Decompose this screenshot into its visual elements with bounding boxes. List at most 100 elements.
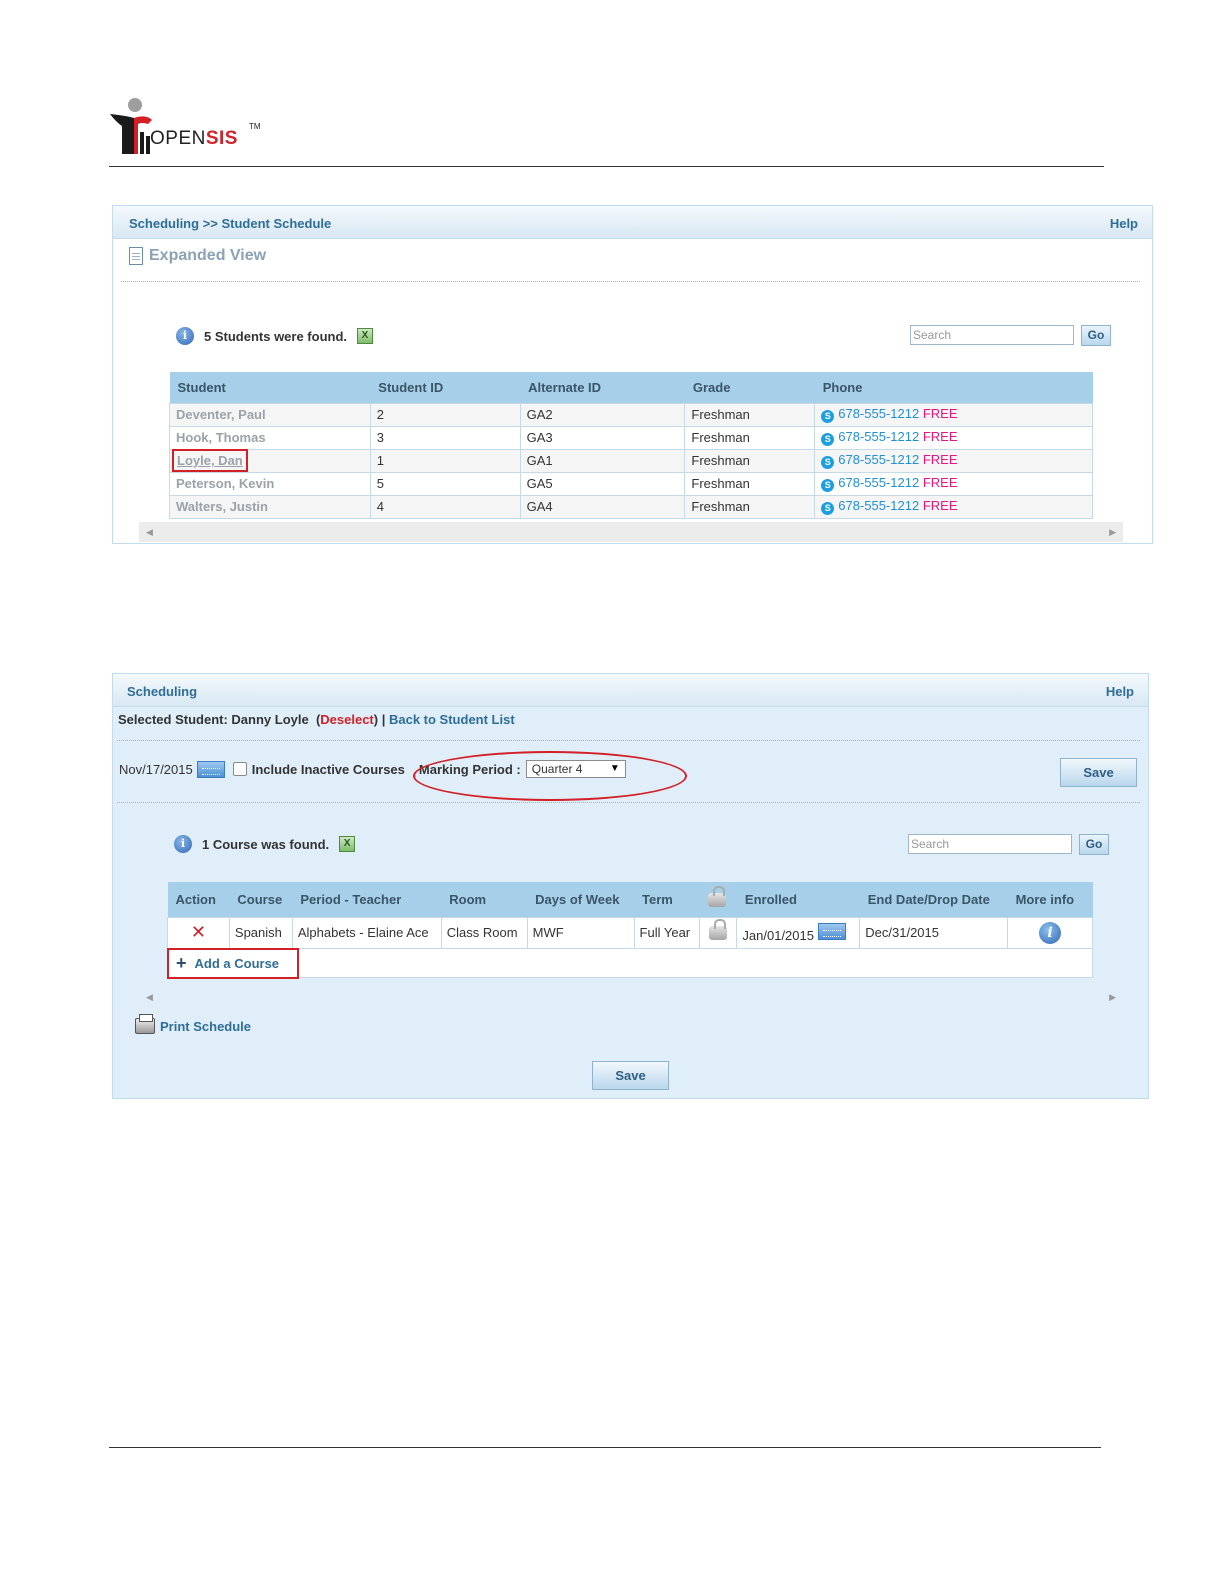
free-label: FREE xyxy=(922,498,958,513)
table-row[interactable]: Peterson, Kevin 5 GA5 Freshman S 678-555-… xyxy=(169,471,1093,496)
student-id-cell: 5 xyxy=(369,471,521,496)
add-course-row: + Add a Course xyxy=(167,947,1093,979)
column-header[interactable]: More info xyxy=(1007,882,1093,917)
grade-cell: Freshman xyxy=(684,448,816,473)
logo-trademark: TM xyxy=(249,122,261,131)
more-info-icon[interactable]: i xyxy=(1039,921,1062,944)
scroll-left-icon[interactable]: ◀ xyxy=(146,992,153,1003)
print-schedule-link[interactable]: Print Schedule xyxy=(135,1014,252,1034)
calendar-icon[interactable] xyxy=(196,760,225,778)
expanded-view-toggle[interactable]: Expanded View xyxy=(129,247,266,265)
column-header[interactable]: Grade xyxy=(684,372,815,403)
header-rule xyxy=(109,166,1104,167)
skype-icon[interactable]: S xyxy=(821,479,835,492)
alternate-id-cell: GA2 xyxy=(519,402,686,427)
back-to-student-list-link[interactable]: Back to Student List xyxy=(389,712,515,727)
grade-cell: Freshman xyxy=(684,425,816,450)
phone-link[interactable]: 678-555-1212 xyxy=(838,475,919,490)
column-header[interactable]: Course xyxy=(229,882,293,917)
excel-export-icon[interactable]: X xyxy=(357,328,374,344)
days-cell: MWF xyxy=(526,916,635,949)
column-header[interactable]: Enrolled xyxy=(736,882,860,917)
phone-cell: S 678-555-1212 FREE xyxy=(814,471,1093,496)
student-name-link[interactable]: Deventer, Paul xyxy=(176,407,266,422)
selected-student-label: Selected Student: Danny Loyle xyxy=(118,712,309,727)
grade-cell: Freshman xyxy=(684,494,816,519)
phone-link[interactable]: 678-555-1212 xyxy=(838,406,919,421)
include-inactive-checkbox[interactable] xyxy=(232,762,247,776)
skype-icon[interactable]: S xyxy=(821,502,835,515)
term-cell: Full Year xyxy=(633,916,701,949)
phone-cell: S 678-555-1212 FREE xyxy=(814,425,1093,450)
column-header[interactable]: Days of Week xyxy=(527,882,635,917)
table-row[interactable]: Hook, Thomas 3 GA3 Freshman S 678-555-121… xyxy=(169,425,1093,450)
skype-icon[interactable]: S xyxy=(821,410,835,423)
alternate-id-cell: GA1 xyxy=(519,448,686,473)
table-row: ✕ Spanish Alphabets - Elaine Ace Class R… xyxy=(167,916,1093,949)
phone-link[interactable]: 678-555-1212 xyxy=(838,429,919,444)
results-summary: i 5 Students were found. X xyxy=(176,327,374,345)
scroll-left-icon[interactable]: ◀ xyxy=(146,527,153,538)
alternate-id-cell: GA4 xyxy=(519,494,686,519)
column-header[interactable]: Student ID xyxy=(370,372,521,403)
column-header[interactable]: Action xyxy=(167,882,230,917)
table-row[interactable]: Loyle, Dan 1 GA1 Freshman S 678-555-1212 … xyxy=(169,448,1093,473)
phone-link[interactable]: 678-555-1212 xyxy=(838,498,919,513)
phone-cell: S 678-555-1212 FREE xyxy=(814,494,1093,519)
student-name-link[interactable]: Walters, Justin xyxy=(176,499,268,514)
phone-link[interactable]: 678-555-1212 xyxy=(838,452,919,467)
search-input[interactable]: Search xyxy=(908,834,1072,854)
calendar-icon[interactable] xyxy=(817,922,846,940)
column-header[interactable]: End Date/Drop Date xyxy=(859,882,1008,917)
table-row[interactable]: Walters, Justin 4 GA4 Freshman S 678-555-… xyxy=(169,494,1093,519)
student-name-link[interactable]: Hook, Thomas xyxy=(176,430,266,445)
help-link[interactable]: Help xyxy=(1106,684,1134,699)
scroll-right-icon[interactable]: ▶ xyxy=(1109,527,1116,538)
column-header[interactable]: Term xyxy=(634,882,700,917)
column-header[interactable]: Student xyxy=(169,372,371,403)
save-button[interactable]: Save xyxy=(1060,758,1137,787)
column-header[interactable]: Room xyxy=(441,882,528,917)
panel-header: Scheduling Help xyxy=(113,674,1148,707)
more-info-cell: i xyxy=(1007,916,1093,949)
panel-title[interactable]: Scheduling xyxy=(127,684,197,699)
column-header[interactable]: Period - Teacher xyxy=(292,882,442,917)
column-header[interactable]: Phone xyxy=(814,372,1093,403)
logo-open-text: OPEN xyxy=(150,128,206,149)
enrolled-date: Jan/01/2015 xyxy=(742,927,814,943)
free-label: FREE xyxy=(922,475,958,490)
student-name-link[interactable]: Peterson, Kevin xyxy=(176,476,274,491)
table-row[interactable]: Deventer, Paul 2 GA2 Freshman S 678-555-1… xyxy=(169,402,1093,427)
skype-icon[interactable]: S xyxy=(821,433,835,446)
go-button[interactable]: Go xyxy=(1079,834,1109,855)
column-header[interactable]: Alternate ID xyxy=(520,372,685,403)
table-header-row: Action Course Period - Teacher Room Days… xyxy=(167,882,1093,917)
go-button[interactable]: Go xyxy=(1081,325,1111,346)
student-id-cell: 4 xyxy=(369,494,521,519)
add-course-button[interactable]: + Add a Course xyxy=(167,947,299,979)
skype-icon[interactable]: S xyxy=(821,456,835,469)
divider xyxy=(117,802,1140,803)
results-count-text: 5 Students were found. xyxy=(204,328,348,344)
course-cell: Spanish xyxy=(228,916,293,949)
scroll-right-icon[interactable]: ▶ xyxy=(1109,992,1116,1003)
phone-cell: S 678-555-1212 FREE xyxy=(814,402,1093,427)
horizontal-scrollbar[interactable]: ◀ ▶ xyxy=(139,522,1123,542)
results-count-text: 1 Course was found. xyxy=(202,836,330,852)
student-name-link-highlighted[interactable]: Loyle, Dan xyxy=(172,449,248,472)
end-date-cell: Dec/31/2015 xyxy=(859,916,1009,949)
search-input[interactable]: Search xyxy=(910,325,1074,345)
breadcrumb[interactable]: Scheduling >> Student Schedule xyxy=(129,216,331,231)
print-schedule-label: Print Schedule xyxy=(160,1018,252,1034)
unlock-icon[interactable] xyxy=(709,919,728,941)
lock-column-header[interactable] xyxy=(699,882,737,917)
delete-icon[interactable]: ✕ xyxy=(190,922,206,943)
divider xyxy=(121,281,1140,282)
excel-export-icon[interactable]: X xyxy=(339,836,356,852)
free-label: FREE xyxy=(922,406,958,421)
horizontal-scrollbar[interactable]: ◀ ▶ xyxy=(139,987,1123,1007)
lock-cell xyxy=(699,916,738,949)
deselect-link[interactable]: Deselect xyxy=(320,712,373,727)
help-link[interactable]: Help xyxy=(1110,216,1138,231)
save-button-bottom[interactable]: Save xyxy=(592,1061,669,1090)
